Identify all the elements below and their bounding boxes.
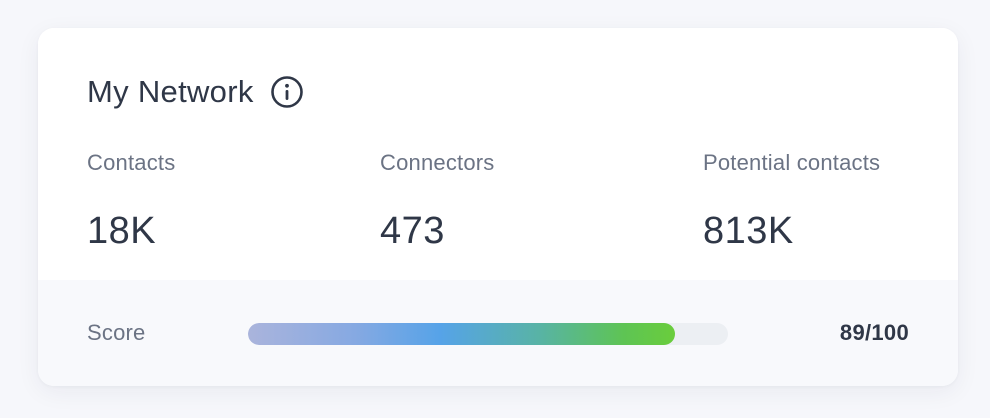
my-network-card: My Network Contacts 18K Connectors 473 P… <box>38 28 958 386</box>
info-icon[interactable] <box>270 75 304 109</box>
score-progress-fill <box>248 323 676 345</box>
title-row: My Network <box>87 72 304 112</box>
stat-label-connectors: Connectors <box>380 150 495 175</box>
card-title: My Network <box>87 74 254 109</box>
score-label: Score <box>87 320 146 345</box>
score-section: Score 89/100 <box>38 280 958 386</box>
stat-value-connectors: 473 <box>380 210 445 252</box>
stat-value-contacts: 18K <box>87 210 157 252</box>
card-header-section: My Network Contacts 18K Connectors 473 P… <box>38 28 958 280</box>
stat-label-contacts: Contacts <box>87 150 176 175</box>
stat-label-potential-contacts: Potential contacts <box>703 150 881 175</box>
score-value: 89/100 <box>839 320 909 345</box>
stat-value-potential-contacts: 813K <box>703 210 794 252</box>
score-progress-track <box>248 323 728 345</box>
stat-potential-contacts: Potential contacts 813K <box>703 150 880 253</box>
stat-connectors: Connectors 473 <box>380 150 495 253</box>
stat-contacts: Contacts 18K <box>87 150 175 253</box>
